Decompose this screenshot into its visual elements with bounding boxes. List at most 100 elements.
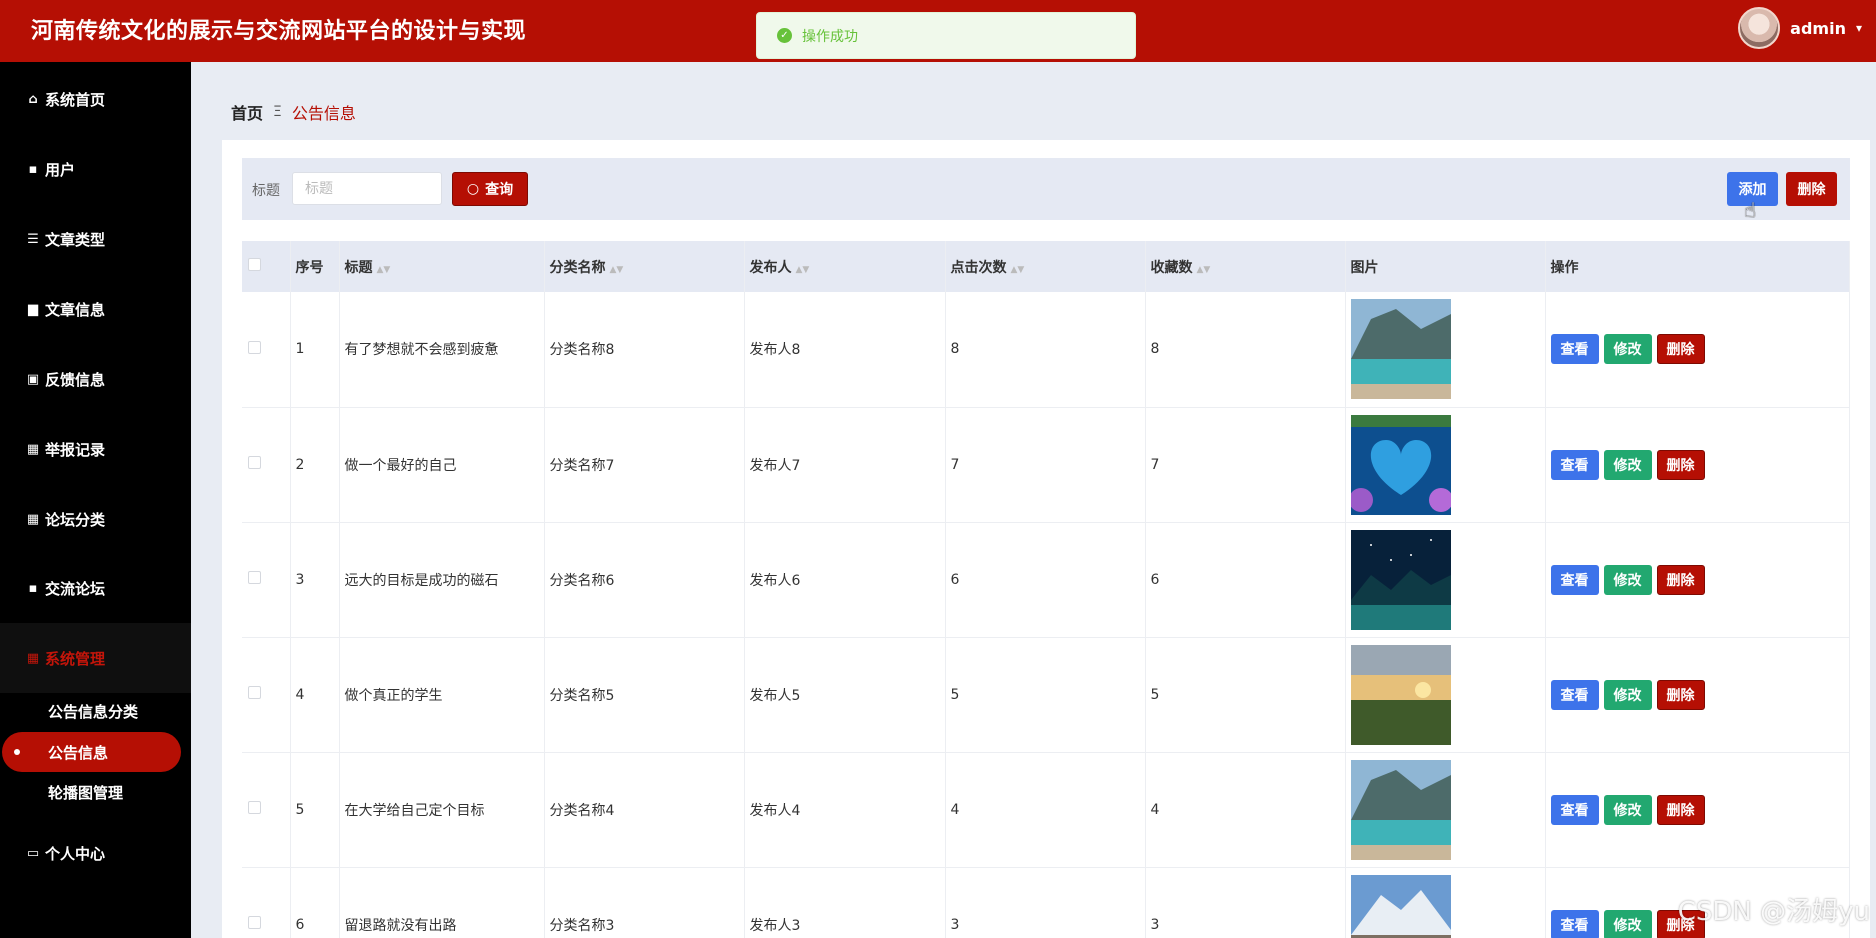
search-icon: ○ — [466, 181, 480, 197]
view-button[interactable]: 查看 — [1550, 679, 1599, 710]
cell-actions: 查看 修改 删除 — [1545, 637, 1850, 753]
thumbnail-image[interactable] — [1350, 644, 1545, 745]
sidebar-item-label: 文章信息 — [45, 300, 106, 319]
chat-icon: ▪ — [28, 580, 38, 596]
cell-publisher: 发布人4 — [744, 752, 946, 868]
row-checkbox[interactable] — [248, 340, 261, 354]
col-clicks[interactable]: 点击次数 ▲▼ — [945, 241, 1146, 292]
view-button[interactable]: 查看 — [1550, 334, 1599, 365]
comment-icon: ▪ — [28, 161, 38, 177]
row-checkbox[interactable] — [248, 916, 261, 929]
edit-button[interactable]: 修改 — [1603, 794, 1652, 825]
cell-image — [1345, 407, 1546, 523]
sidebar-item-label: 公告信息 — [48, 743, 109, 762]
sort-icon[interactable]: ▲▼ — [1197, 265, 1211, 275]
sidebar-subitem-carousel[interactable]: 轮播图管理 — [48, 782, 123, 803]
table-row: 3 远大的目标是成功的磁石 分类名称6 发布人6 6 6 查看 修改 删除 — [242, 522, 1850, 638]
sort-icon[interactable]: ▲▼ — [610, 265, 624, 275]
sidebar-item-reports[interactable]: ▦ 举报记录 — [0, 414, 191, 484]
row-checkbox[interactable] — [248, 456, 261, 469]
delete-button[interactable]: 删除 — [1656, 449, 1705, 480]
thumbnail-image[interactable] — [1350, 299, 1545, 400]
row-select-cell — [242, 752, 291, 868]
briefcase-icon: ▆ — [28, 301, 38, 317]
sort-icon[interactable]: ▲▼ — [377, 265, 391, 275]
cell-favorites: 6 — [1145, 522, 1346, 638]
query-button[interactable]: ○ 查询 — [452, 172, 528, 206]
thumbnail-image[interactable] — [1350, 529, 1545, 630]
sidebar-item-label: 论坛分类 — [45, 510, 106, 529]
cell-category: 分类名称8 — [544, 292, 745, 408]
sidebar-item-users[interactable]: ▪ 用户 — [0, 134, 191, 204]
batch-delete-button[interactable]: 删除 — [1786, 172, 1837, 206]
sidebar-item-forum-categories[interactable]: ▦ 论坛分类 — [0, 484, 191, 554]
view-button[interactable]: 查看 — [1550, 909, 1599, 938]
cell-title: 有了梦想就不会感到疲惫 — [339, 292, 545, 408]
row-checkbox[interactable] — [248, 801, 261, 814]
thumbnail-image[interactable] — [1350, 759, 1545, 860]
view-button[interactable]: 查看 — [1550, 449, 1599, 480]
sidebar-item-system[interactable]: ▦ 系统管理 — [0, 623, 191, 693]
sidebar-subitem-notice-categories[interactable]: 公告信息分类 — [48, 701, 138, 722]
cell-image — [1345, 637, 1546, 753]
chevron-down-icon[interactable]: ▾ — [1856, 21, 1862, 35]
row-select-cell — [242, 867, 291, 938]
sidebar-item-home[interactable]: ⌂ 系统首页 — [0, 64, 191, 134]
delete-button[interactable]: 删除 — [1656, 564, 1705, 595]
delete-button[interactable]: 删除 — [1656, 679, 1705, 710]
cell-favorites: 7 — [1145, 407, 1346, 523]
table-header-row: 序号 标题 ▲▼ 分类名称 ▲▼ 发布人 ▲▼ 点击次数 ▲▼ 收藏数 ▲▼ 图片 操作 — [242, 241, 1850, 292]
col-publisher[interactable]: 发布人 ▲▼ — [744, 241, 946, 292]
title-search-input[interactable] — [292, 172, 442, 205]
edit-button[interactable]: 修改 — [1603, 334, 1652, 365]
col-category[interactable]: 分类名称 ▲▼ — [544, 241, 745, 292]
thumbnail-image[interactable] — [1350, 874, 1545, 938]
sidebar-item-profile[interactable]: ▭ 个人中心 — [0, 818, 191, 888]
sidebar-item-article-types[interactable]: ☰ 文章类型 — [0, 204, 191, 274]
cell-category: 分类名称6 — [544, 522, 745, 638]
edit-button[interactable]: 修改 — [1603, 564, 1652, 595]
row-checkbox[interactable] — [248, 686, 261, 699]
edit-button[interactable]: 修改 — [1603, 909, 1652, 938]
cell-index: 4 — [290, 637, 340, 753]
table-row: 2 做一个最好的自己 分类名称7 发布人7 7 7 查看 修改 删除 — [242, 407, 1850, 523]
edit-button[interactable]: 修改 — [1603, 679, 1652, 710]
thumbnail-image[interactable] — [1350, 414, 1545, 515]
sidebar-item-feedback[interactable]: ▣ 反馈信息 — [0, 344, 191, 414]
sort-icon[interactable]: ▲▼ — [796, 265, 810, 275]
edit-button[interactable]: 修改 — [1603, 449, 1652, 480]
sort-icon[interactable]: ▲▼ — [1011, 265, 1025, 275]
col-title[interactable]: 标题 ▲▼ — [339, 241, 545, 292]
home-icon: ⌂ — [28, 91, 38, 107]
sidebar-item-label: 交流论坛 — [45, 579, 106, 598]
breadcrumb-home[interactable]: 首页 — [231, 100, 263, 124]
select-all-cell — [242, 241, 291, 292]
row-checkbox[interactable] — [248, 571, 261, 584]
cell-clicks: 7 — [945, 407, 1146, 523]
grid-icon: ▦ — [26, 511, 40, 527]
clipboard-icon: ▣ — [26, 371, 40, 387]
hand-cursor-icon: ☝ — [1744, 198, 1757, 222]
col-favorites[interactable]: 收藏数 ▲▼ — [1145, 241, 1346, 292]
grid-icon: ▦ — [26, 441, 40, 457]
sidebar-item-forum[interactable]: ▪ 交流论坛 — [0, 553, 191, 623]
cell-publisher: 发布人8 — [744, 292, 946, 408]
view-button[interactable]: 查看 — [1550, 564, 1599, 595]
delete-button[interactable]: 删除 — [1656, 334, 1705, 365]
table-row: 5 在大学给自己定个目标 分类名称4 发布人4 4 4 查看 修改 删除 — [242, 752, 1850, 868]
grid-icon: ▦ — [26, 650, 40, 666]
list-icon: ☰ — [27, 231, 39, 247]
sidebar-subitem-notices[interactable]: 公告信息 — [2, 732, 181, 772]
sidebar-item-articles[interactable]: ▆ 文章信息 — [0, 274, 191, 344]
avatar[interactable] — [1738, 7, 1781, 49]
cell-index: 3 — [290, 522, 340, 638]
cell-title: 做个真正的学生 — [339, 637, 545, 753]
select-all-checkbox[interactable] — [248, 258, 261, 271]
cell-title: 远大的目标是成功的磁石 — [339, 522, 545, 638]
user-menu[interactable]: admin ▾ — [1738, 6, 1862, 50]
sidebar-item-label: 系统管理 — [45, 649, 106, 668]
user-name[interactable]: admin — [1790, 19, 1846, 38]
active-dot-icon — [14, 749, 20, 755]
view-button[interactable]: 查看 — [1550, 794, 1599, 825]
delete-button[interactable]: 删除 — [1656, 794, 1705, 825]
